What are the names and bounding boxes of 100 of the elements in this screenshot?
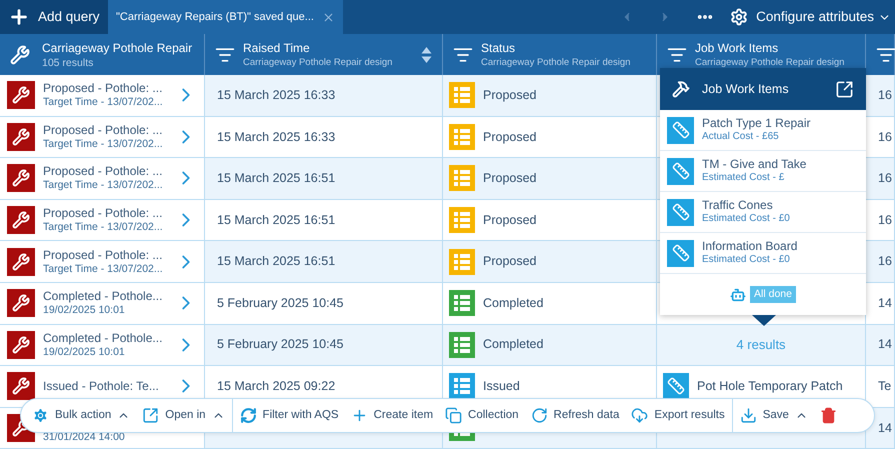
toolbar-button[interactable]: Save xyxy=(736,399,811,432)
status-label: Completed xyxy=(483,294,544,312)
gear-icon xyxy=(32,407,49,424)
popup-title: Job Work Items xyxy=(702,80,790,98)
wrench-icon xyxy=(7,122,35,151)
status-label: Proposed xyxy=(483,128,537,146)
trash-icon xyxy=(820,407,837,424)
work-item-cost: Estimated Cost - £0 xyxy=(702,254,791,267)
column-title: Carriageway Pothole Repair xyxy=(42,40,192,56)
toolbar-button[interactable]: Export results xyxy=(628,399,728,432)
wrench-icon xyxy=(7,81,35,110)
wrench-icon xyxy=(7,206,35,234)
column-title: Raised Time xyxy=(243,40,311,56)
raised-time: 15 March 2025 16:51 xyxy=(217,253,336,270)
download-icon xyxy=(740,407,757,424)
table-cell-text: 14 xyxy=(878,294,892,312)
toolbar-button[interactable]: Create item xyxy=(348,399,436,432)
sync-icon xyxy=(240,407,257,424)
pointer-arrow xyxy=(752,315,776,326)
work-item-title: Traffic Cones xyxy=(702,198,774,214)
item-subtitle: 19/02/2025 10:01 xyxy=(43,304,126,318)
column-title: Status xyxy=(481,40,516,56)
work-item-row[interactable]: Patch Type 1 Repair Actual Cost - £65 xyxy=(660,110,866,151)
robot-icon xyxy=(730,286,746,302)
raised-time: 15 March 2025 16:33 xyxy=(217,86,336,104)
tab-label: "Carriageway Repairs (BT)" saved que... xyxy=(116,10,314,25)
ruler-icon xyxy=(667,116,694,144)
table-cell-text: 16 xyxy=(878,86,892,104)
add-query-button[interactable]: Add query xyxy=(0,0,108,34)
sort-icon[interactable] xyxy=(421,46,432,64)
configure-attributes-button[interactable]: Configure attributes xyxy=(756,6,895,28)
status-label: Proposed xyxy=(483,253,537,270)
external-link-icon[interactable] xyxy=(835,80,854,98)
table-cell-text: 16 xyxy=(878,253,892,270)
toolbar-button[interactable]: Open in xyxy=(139,399,228,432)
toolbar-button[interactable]: Bulk action xyxy=(29,399,134,432)
status-label: Proposed xyxy=(483,212,537,229)
hammer-icon xyxy=(672,80,690,98)
raised-time: 5 February 2025 10:45 xyxy=(217,336,344,354)
work-item-row[interactable]: TM - Give and Take Estimated Cost - £ xyxy=(660,151,866,192)
raised-time: 5 February 2025 10:45 xyxy=(217,294,344,312)
item-title[interactable]: Completed - Pothole... xyxy=(43,289,167,304)
work-item-title: TM - Give and Take xyxy=(702,157,806,172)
status-label: Proposed xyxy=(483,86,537,104)
item-title[interactable]: Proposed - Pothole: ... xyxy=(43,248,167,263)
raised-time: 15 March 2025 16:33 xyxy=(217,128,336,146)
refresh-icon xyxy=(530,407,548,424)
work-item-title: Patch Type 1 Repair xyxy=(702,116,811,132)
work-item-title: Information Board xyxy=(702,239,798,254)
item-title[interactable]: Issued - Pothole: Te... xyxy=(43,378,167,394)
column-subtitle: Carriageway Pothole Repair design xyxy=(695,56,846,69)
table-cell-text: 16 xyxy=(878,212,892,229)
query-tab[interactable]: "Carriageway Repairs (BT)" saved que... xyxy=(108,0,343,34)
item-subtitle: Target Time - 13/07/202... xyxy=(43,138,164,151)
column-title: Job Work Items xyxy=(695,40,780,56)
item-title[interactable]: Completed - Pothole... xyxy=(43,330,167,346)
raised-time: 15 March 2025 16:51 xyxy=(217,212,336,229)
wrench-icon xyxy=(7,289,35,318)
item-title[interactable]: Proposed - Pothole: ... xyxy=(43,122,167,138)
table-cell-text: 16 xyxy=(878,170,892,188)
item-subtitle: Target Time - 13/07/202... xyxy=(43,221,164,234)
ruler-icon xyxy=(667,240,694,266)
wrench-icon xyxy=(10,44,30,64)
ruler-icon xyxy=(667,158,694,184)
work-item-cost: Estimated Cost - £0 xyxy=(702,213,790,226)
item-title[interactable]: Proposed - Pothole: ... xyxy=(43,81,167,96)
status-label: Proposed xyxy=(483,170,537,188)
raised-time: 15 March 2025 09:22 xyxy=(217,378,336,396)
work-item-cost: Actual Cost - £65 xyxy=(702,131,780,144)
work-item-cost: Estimated Cost - £ xyxy=(702,172,786,185)
item-subtitle: 19/02/2025 10:01 xyxy=(43,346,126,359)
toolbar-button[interactable]: Collection xyxy=(442,399,522,432)
status-label: Issued xyxy=(483,378,520,396)
item-title[interactable]: Proposed - Pothole: ... xyxy=(43,206,167,222)
item-subtitle: Target Time - 13/07/202... xyxy=(43,96,164,110)
table-cell-text: 14 xyxy=(878,336,892,354)
toolbar-button[interactable]: Refresh data xyxy=(528,399,622,432)
external-link-icon xyxy=(142,407,160,424)
table-cell-text: 16 xyxy=(878,128,892,146)
work-item-row[interactable]: Traffic Cones Estimated Cost - £0 xyxy=(660,192,866,233)
wrench-icon xyxy=(7,164,35,192)
table-cell-text: 14 xyxy=(878,420,892,437)
settings-icon[interactable] xyxy=(730,8,748,26)
status-label: Completed xyxy=(483,336,544,354)
item-subtitle: Target Time - 13/07/202... xyxy=(43,179,164,193)
close-icon[interactable] xyxy=(322,10,335,24)
status-badge: All done xyxy=(750,286,796,304)
item-title[interactable]: Proposed - Pothole: ... xyxy=(43,164,167,180)
toolbar-button[interactable]: Filter with AQS xyxy=(236,399,342,432)
result-count: 105 results xyxy=(42,56,94,70)
copy-icon xyxy=(445,407,462,424)
table-cell-text: Te xyxy=(878,378,892,396)
column-subtitle: Carriageway Pothole Repair design xyxy=(481,56,632,69)
ruler-icon xyxy=(667,198,694,226)
wrench-icon xyxy=(7,330,35,359)
item-subtitle: Target Time - 13/07/202... xyxy=(43,262,164,276)
raised-time: 15 March 2025 16:51 xyxy=(217,170,336,188)
cloud-download-icon xyxy=(631,407,648,424)
work-item-row[interactable]: Information Board Estimated Cost - £0 xyxy=(660,233,866,274)
work-item: Pot Hole Temporary Patch xyxy=(697,378,843,396)
